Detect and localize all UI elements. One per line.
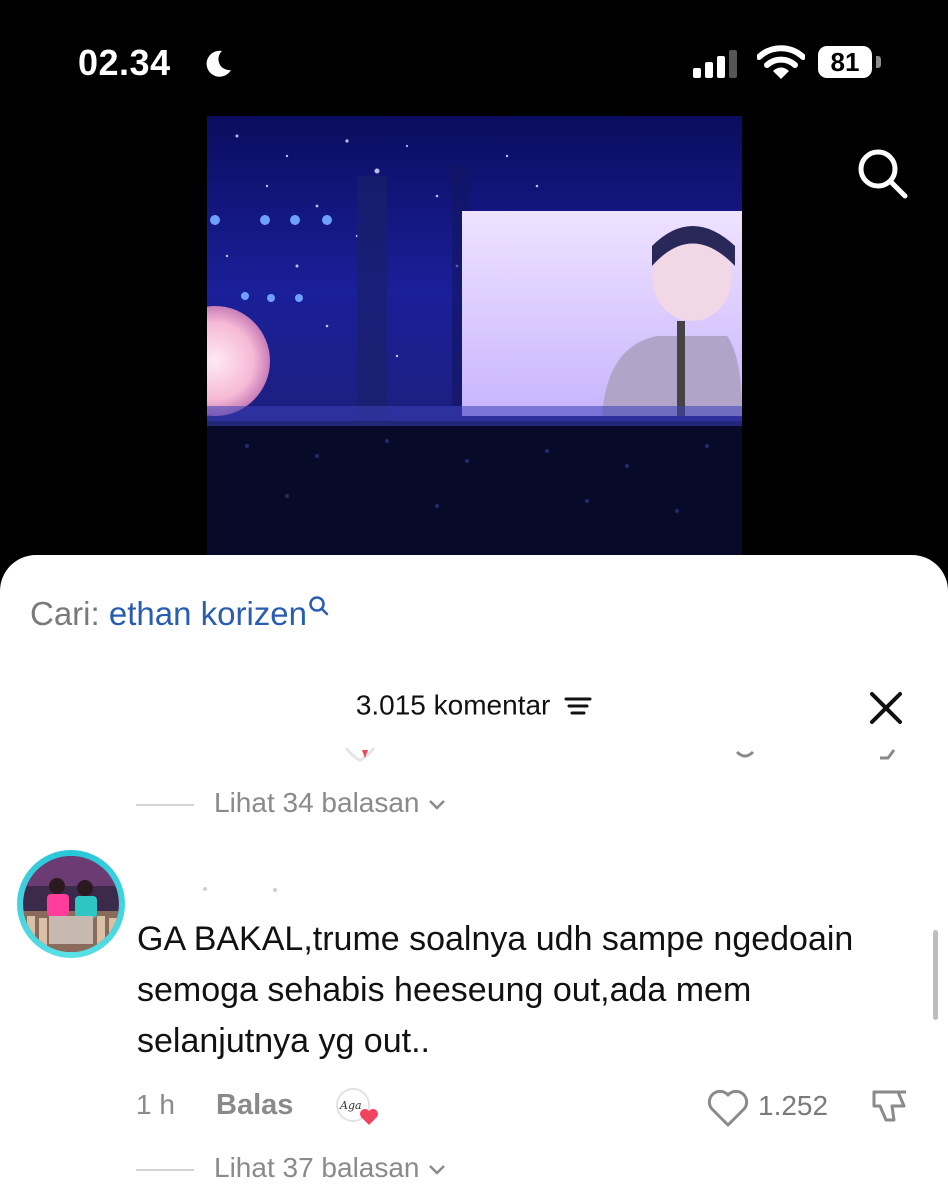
close-icon[interactable] <box>866 688 906 728</box>
signal-icon <box>693 50 737 78</box>
wifi-icon <box>757 45 805 79</box>
view-replies-top[interactable]: Lihat 34 balasan <box>136 787 447 819</box>
avatar[interactable] <box>17 850 125 958</box>
chevron-down-icon <box>429 799 446 810</box>
view-replies-bottom-label: Lihat 37 balasan <box>214 1152 420 1183</box>
search-suggestion-label: Cari: <box>30 595 100 632</box>
partial-like-icon <box>735 750 755 758</box>
divider-line <box>136 1168 194 1171</box>
partial-heart-icon <box>344 748 376 762</box>
partial-dislike-icon <box>880 749 896 760</box>
search-suggestion-query[interactable]: ethan korizen <box>109 595 307 632</box>
view-replies-bottom[interactable]: Lihat 37 balasan <box>136 1152 447 1184</box>
sticker-text: Aga <box>339 1099 362 1112</box>
concert-scene <box>207 134 742 561</box>
battery-tip <box>876 56 881 68</box>
dislike-icon[interactable] <box>868 1086 912 1126</box>
view-replies-top-label: Lihat 34 balasan <box>214 787 420 818</box>
comments-count: 3.015 komentar <box>355 689 551 721</box>
status-bar: 02.34 81 <box>0 0 948 110</box>
search-suggestion[interactable]: Cari: ethan korizen <box>30 595 330 633</box>
divider-line <box>136 803 194 806</box>
battery-icon: 81 <box>818 46 872 78</box>
like-count: 1.252 <box>758 1090 829 1121</box>
reply-button[interactable]: Balas <box>216 1089 293 1122</box>
chevron-down-icon <box>429 1164 446 1175</box>
search-small-icon <box>309 596 329 616</box>
status-time: 02.34 <box>78 42 171 83</box>
video-player[interactable] <box>207 116 742 561</box>
username-partial <box>203 887 277 892</box>
moon-icon <box>206 50 231 77</box>
creator-liked-badge: Aga <box>335 1087 381 1127</box>
heart-icon[interactable] <box>706 1088 750 1128</box>
comment-time: 1 h <box>136 1089 175 1120</box>
avatar-image <box>23 856 119 952</box>
sort-icon[interactable] <box>564 695 592 717</box>
comments-header: 3.015 komentar <box>0 688 948 722</box>
search-icon[interactable] <box>853 145 911 203</box>
scrollbar[interactable] <box>933 930 938 1020</box>
comment-text: GA BAKAL,trume soalnya udh sampe ngedoai… <box>137 920 854 1060</box>
